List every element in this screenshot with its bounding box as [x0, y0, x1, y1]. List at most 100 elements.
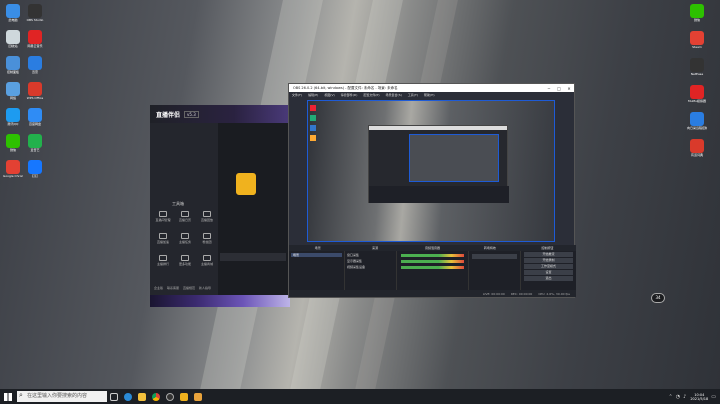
- link-support[interactable]: 联系客服: [167, 286, 179, 290]
- toolbox-tile[interactable]: 直播加速: [154, 233, 172, 244]
- folder-taskbar-icon[interactable]: [191, 389, 205, 404]
- transition-select[interactable]: [472, 254, 517, 259]
- start-recording-button[interactable]: 开始录制: [524, 258, 573, 263]
- obs-menu-item[interactable]: 停靠部件(D): [341, 93, 358, 97]
- transitions-dock[interactable]: [469, 251, 521, 291]
- desktop-icon[interactable]: 向日葵远程控制: [687, 112, 707, 130]
- source-item[interactable]: 视频采集设备: [347, 265, 394, 269]
- floating-badge[interactable]: 34: [651, 293, 665, 303]
- desktop-icon[interactable]: OBS Studio: [25, 4, 45, 22]
- app-version: v5.3: [184, 110, 199, 118]
- desktop-icon[interactable]: 爱奇艺: [25, 134, 45, 152]
- toolbox-tile[interactable]: 更多功能: [176, 255, 194, 266]
- link-enterprise[interactable]: 企业版: [154, 286, 163, 290]
- exit-button[interactable]: 退出: [524, 276, 573, 281]
- obs-menu-item[interactable]: 配置文件(P): [363, 93, 379, 97]
- live-companion-window[interactable]: 直播伴侣 v5.3 工具箱 直播间管理 直播日历 直播回放 直播加速 主播任务 粉丝团 主播…: [150, 105, 290, 295]
- app-input-bar[interactable]: [220, 253, 286, 261]
- settings-button[interactable]: 设置: [524, 270, 573, 275]
- toolbox-tile[interactable]: 粉丝团: [198, 233, 216, 244]
- toolbox-tile[interactable]: 直播回放: [198, 211, 216, 222]
- desktop-icon[interactable]: 控制面板: [3, 56, 23, 74]
- toolbox-tile[interactable]: 直播日历: [176, 211, 194, 222]
- close-icon[interactable]: ✕: [564, 86, 574, 91]
- app-icon: [28, 30, 42, 44]
- start-streaming-button[interactable]: 开始推流: [524, 252, 573, 257]
- desktop-icon-label: 爱奇艺: [30, 148, 40, 152]
- toolbox-tile[interactable]: 主播商城: [198, 255, 216, 266]
- desktop-icon[interactable]: 腾讯QQ: [3, 108, 23, 126]
- desktop-icon[interactable]: 此电脑: [3, 4, 23, 22]
- desktop-icon[interactable]: 微信: [687, 4, 707, 22]
- system-tray: ⌃ ◔ ♪ 10:04 2021/5/18 ▭: [669, 389, 720, 404]
- taskbar-search-input[interactable]: 在这里输入你要搜索的内容: [17, 390, 107, 402]
- maximize-icon[interactable]: □: [554, 86, 564, 91]
- desktop-icon[interactable]: Google Chrome: [3, 160, 23, 178]
- toolbox-tile[interactable]: 主播排行: [154, 255, 172, 266]
- app-main-panel: [218, 123, 290, 295]
- desktop-icon[interactable]: 迅雷: [25, 56, 45, 74]
- obs-taskbar-icon[interactable]: [163, 389, 177, 404]
- desktop-icon[interactable]: Steam: [687, 31, 707, 49]
- network-icon[interactable]: ◔: [676, 394, 680, 400]
- desktop-icon[interactable]: 网络: [3, 82, 23, 100]
- app-icon: [6, 30, 20, 44]
- link-guide[interactable]: 新人指导: [199, 286, 211, 290]
- desktop-icon[interactable]: 百度网盘: [25, 108, 45, 126]
- desktop-icon-label: Steam: [692, 45, 702, 49]
- preview-icons-column: [310, 105, 318, 235]
- audio-mixer-dock[interactable]: [397, 251, 469, 291]
- app-icon: [690, 139, 704, 153]
- toolbox-tile[interactable]: 直播间管理: [154, 211, 172, 222]
- desktop-icon[interactable]: NetEase: [687, 58, 707, 76]
- desktop-icon[interactable]: 回收站: [3, 30, 23, 48]
- studio-mode-button[interactable]: 工作室模式: [524, 264, 573, 269]
- desktop-icon[interactable]: WPS Office: [25, 82, 45, 100]
- obs-window[interactable]: OBS 26.0.2 (64-bit, windows) - 配置文件: 未命名…: [288, 83, 576, 298]
- tool-icon: [181, 211, 189, 217]
- source-item[interactable]: 窗口采集: [347, 253, 394, 257]
- desktop-icon-label: MuMu模拟器: [688, 99, 706, 103]
- obs-preview[interactable]: [307, 100, 555, 242]
- start-button[interactable]: [0, 389, 15, 404]
- scenes-dock[interactable]: 场景: [289, 251, 345, 291]
- link-rules[interactable]: 直播规范: [183, 286, 195, 290]
- windows-icon: [3, 392, 12, 401]
- notification-icon[interactable]: ▭: [711, 394, 716, 400]
- scene-item[interactable]: 场景: [291, 253, 342, 257]
- live-app-taskbar-icon[interactable]: [177, 389, 191, 404]
- desktop-icon-label: 微信: [693, 18, 700, 22]
- app-icon: [6, 160, 20, 174]
- app-icon: [28, 160, 42, 174]
- taskbar-clock[interactable]: 10:04 2021/5/18: [690, 393, 708, 401]
- task-view-icon[interactable]: [107, 389, 121, 404]
- source-item[interactable]: 显示器采集: [347, 259, 394, 263]
- desktop-icon[interactable]: 钉钉: [25, 160, 45, 178]
- desktop-icon[interactable]: MuMu模拟器: [687, 85, 707, 103]
- obs-menu-item[interactable]: 帮助(H): [424, 93, 435, 97]
- edge-icon[interactable]: [121, 389, 135, 404]
- desktop-icon[interactable]: 网易云音乐: [25, 30, 45, 48]
- chrome-icon[interactable]: [149, 389, 163, 404]
- obs-menu-item[interactable]: 视图(V): [324, 93, 334, 97]
- volume-icon[interactable]: ♪: [683, 394, 686, 400]
- app-icon: [690, 112, 704, 126]
- desktop-icon[interactable]: 微信: [3, 134, 23, 152]
- chevron-up-icon[interactable]: ⌃: [669, 394, 673, 400]
- toolbox-tile[interactable]: 主播任务: [176, 233, 194, 244]
- app-icon: [6, 4, 20, 18]
- desktop-icon-label: NetEase: [690, 72, 704, 76]
- minimize-icon[interactable]: ─: [544, 86, 554, 91]
- obs-menu-item[interactable]: 编辑(E): [308, 93, 318, 97]
- toolbox-tile-label: 直播间管理: [155, 218, 171, 222]
- tool-icon: [203, 233, 211, 239]
- toolbox-tile-label: 直播加速: [156, 240, 169, 244]
- explorer-icon[interactable]: [135, 389, 149, 404]
- obs-menu-item[interactable]: 文件(F): [292, 93, 302, 97]
- obs-menu-item[interactable]: 工具(T): [408, 93, 418, 97]
- obs-menubar: 文件(F) 编辑(E) 视图(V) 停靠部件(D) 配置文件(P) 场景集合(S) 工具(T…: [289, 92, 574, 98]
- sources-dock[interactable]: 窗口采集 显示器采集 视频采集设备: [345, 251, 397, 291]
- mixer-meter: [401, 254, 464, 257]
- obs-menu-item[interactable]: 场景集合(S): [386, 93, 402, 97]
- desktop-icon[interactable]: 有道词典: [687, 139, 707, 157]
